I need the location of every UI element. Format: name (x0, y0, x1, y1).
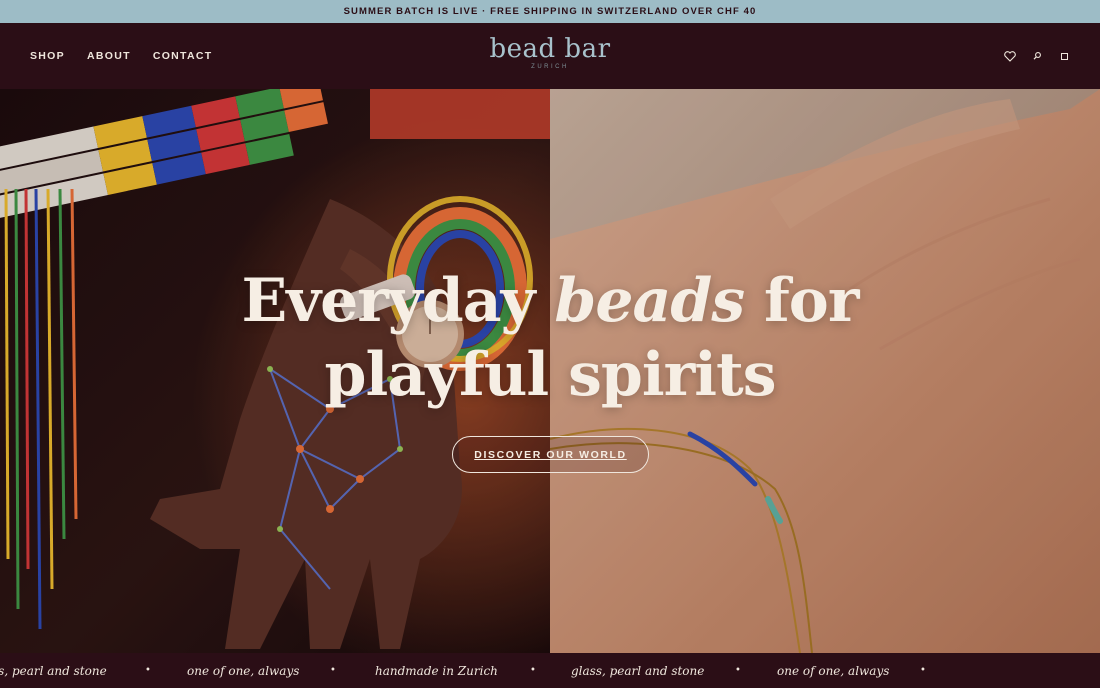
bag-icon[interactable] (1058, 50, 1070, 62)
marquee-separator: • (530, 665, 536, 676)
discover-button[interactable]: DISCOVER OUR WORLD (452, 436, 649, 473)
marquee-separator: • (735, 665, 741, 676)
marquee-separator: • (330, 665, 336, 676)
marquee-item: glass, pearl and stone (571, 663, 705, 678)
announcement-text: SUMMER BATCH IS LIVE · FREE SHIPPING IN … (343, 6, 757, 17)
announcement-bar: SUMMER BATCH IS LIVE · FREE SHIPPING IN … (0, 0, 1100, 23)
site-header: SHOP ABOUT CONTACT bead bar ZURICH (0, 23, 1100, 89)
heart-icon[interactable] (1004, 50, 1016, 62)
logo-name: bead bar (489, 34, 611, 64)
marquee-item: handmade in Zurich (375, 663, 498, 678)
hero-headline: Everyday beads for playful spirits (0, 264, 1100, 412)
marquee-item: ss, pearl and stone (0, 663, 107, 678)
marquee-separator: • (145, 665, 151, 676)
headline-part2: for (744, 266, 859, 336)
headline-line2: playful spirits (324, 340, 776, 410)
headline-emphasis: beads (554, 266, 745, 336)
header-icons (1004, 23, 1070, 89)
marquee-item: one of one, always (777, 663, 890, 678)
logo-subtitle: ZURICH (531, 64, 569, 70)
logo[interactable]: bead bar ZURICH (0, 35, 1100, 70)
marquee-bar: ss, pearl and stone • one of one, always… (0, 653, 1100, 688)
headline-part1: Everyday (241, 266, 555, 336)
marquee-separator: • (920, 665, 926, 676)
marquee-item: one of one, always (187, 663, 300, 678)
hero-section: Everyday beads for playful spirits DISCO… (0, 89, 1100, 653)
search-icon[interactable] (1031, 50, 1043, 62)
